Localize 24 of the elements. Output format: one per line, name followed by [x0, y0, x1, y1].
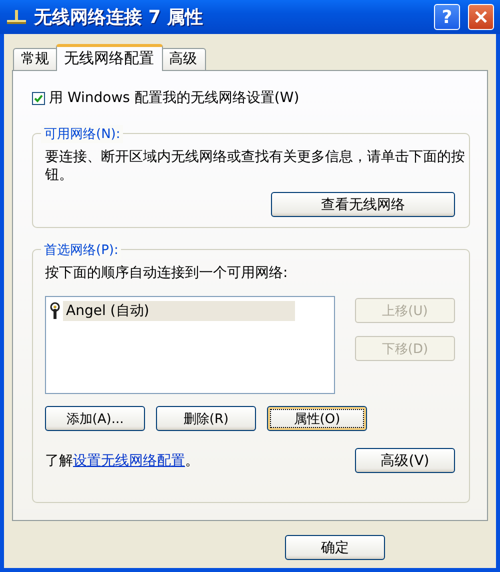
- description: 按下面的顺序自动连接到一个可用网络:: [45, 264, 289, 282]
- ok-button[interactable]: 确定: [285, 535, 385, 560]
- learn-more-text: 了解设置无线网络配置。: [45, 452, 199, 470]
- help-button[interactable]: ?: [434, 4, 460, 30]
- network-icon: [6, 8, 28, 26]
- action-button[interactable]: 添加(A)...: [45, 406, 145, 431]
- checkbox[interactable]: [32, 92, 45, 104]
- window-title: 无线网络连接 7 属性: [34, 6, 204, 29]
- advanced-button[interactable]: 高级(V): [355, 448, 455, 473]
- group-title: 首选网络(P):: [41, 241, 122, 259]
- action-button[interactable]: 删除(R): [156, 406, 256, 431]
- checkbox-label: 用 Windows 配置我的无线网络设置(W): [49, 89, 300, 107]
- tab[interactable]: 高级: [161, 48, 206, 70]
- close-button[interactable]: [468, 4, 494, 30]
- network-item[interactable]: Angel (自动): [63, 301, 295, 321]
- view-networks-button[interactable]: 查看无线网络: [271, 192, 455, 217]
- antenna-icon: [49, 302, 61, 320]
- settings-link[interactable]: 设置无线网络配置: [73, 452, 185, 470]
- action-button[interactable]: 属性(O): [267, 406, 367, 431]
- close-icon: [474, 10, 488, 24]
- description: 要连接、断开区域内无线网络或查找有关更多信息，请单击下面的按钮。: [45, 148, 466, 184]
- group-title: 可用网络(N):: [41, 125, 124, 143]
- tab[interactable]: 无线网络配置: [56, 44, 163, 71]
- tab[interactable]: 常规: [13, 48, 58, 70]
